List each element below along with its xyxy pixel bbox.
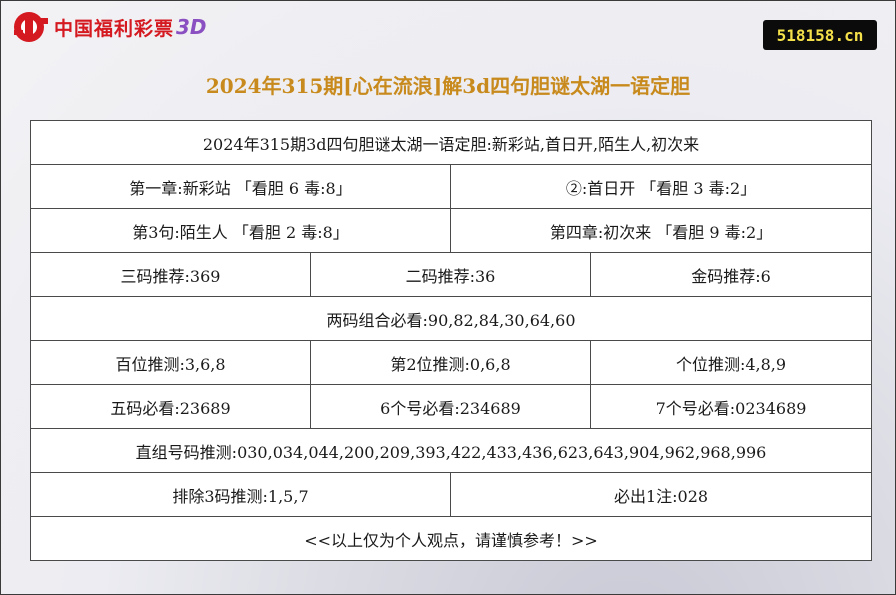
exclude-cell: 排除3码推测:1,5,7 [30,472,451,517]
five-code-cell: 五码必看:23689 [30,384,311,429]
page-title: 2024年315期[心在流浪]解3d四句胆谜太湖一语定胆 [205,74,691,98]
table-row: 第3句:陌生人 「看胆 2 毒:8」 第四章:初次来 「看胆 9 毒:2」 [30,208,873,253]
site-badge[interactable]: 518158.cn [763,20,877,50]
chapter-4-cell: 第四章:初次来 「看胆 9 毒:2」 [449,208,873,253]
two-code-cell: 二码推荐:36 [310,252,591,297]
hundreds-cell: 百位推测:3,6,8 [30,340,311,385]
table-row: 第一章:新彩站 「看胆 6 毒:8」 ②:首日开 「看胆 3 毒:2」 [30,164,873,209]
table-row: 五码必看:23689 6个号必看:234689 7个号必看:0234689 [30,384,873,429]
units-cell: 个位推测:4,8,9 [589,340,873,385]
lottery-logo: 中国福利彩票 3D [12,10,207,44]
table-row: <<以上仅为个人观点，请谨慎参考！>> [29,516,873,561]
table-row: 排除3码推测:1,5,7 必出1注:028 [30,472,873,517]
chapter-2-cell: ②:首日开 「看胆 3 毒:2」 [449,164,873,209]
logo-3d-suffix: 3D [176,15,207,39]
must-out-cell: 必出1注:028 [449,472,873,517]
chapter-3-cell: 第3句:陌生人 「看胆 2 毒:8」 [30,208,451,253]
chapter-1-cell: 第一章:新彩站 「看胆 6 毒:8」 [30,164,451,209]
headline-cell: 2024年315期3d四句胆谜太湖一语定胆:新彩站,首日开,陌生人,初次来 [29,120,873,165]
disclaimer-cell: <<以上仅为个人观点，请谨慎参考！>> [29,516,873,561]
table-row: 百位推测:3,6,8 第2位推测:0,6,8 个位推测:4,8,9 [30,340,873,385]
direct-group-cell: 直组号码推测:030,034,044,200,209,393,422,433,4… [29,428,873,473]
combo-cell: 两码组合必看:90,82,84,30,64,60 [29,296,873,341]
lottery-logo-icon [14,12,48,42]
table-row: 2024年315期3d四句胆谜太湖一语定胆:新彩站,首日开,陌生人,初次来 [29,120,873,165]
table-row: 三码推荐:369 二码推荐:36 金码推荐:6 [30,252,873,297]
logo-text: 中国福利彩票 [54,17,175,40]
seven-code-cell: 7个号必看:0234689 [589,384,873,429]
six-code-cell: 6个号必看:234689 [310,384,591,429]
tens-cell: 第2位推测:0,6,8 [310,340,591,385]
prediction-table: 2024年315期3d四句胆谜太湖一语定胆:新彩站,首日开,陌生人,初次来 第一… [29,120,873,561]
three-code-cell: 三码推荐:369 [30,252,311,297]
gold-code-cell: 金码推荐:6 [589,252,873,297]
table-row: 两码组合必看:90,82,84,30,64,60 [29,296,873,341]
table-row: 直组号码推测:030,034,044,200,209,393,422,433,4… [29,428,873,473]
